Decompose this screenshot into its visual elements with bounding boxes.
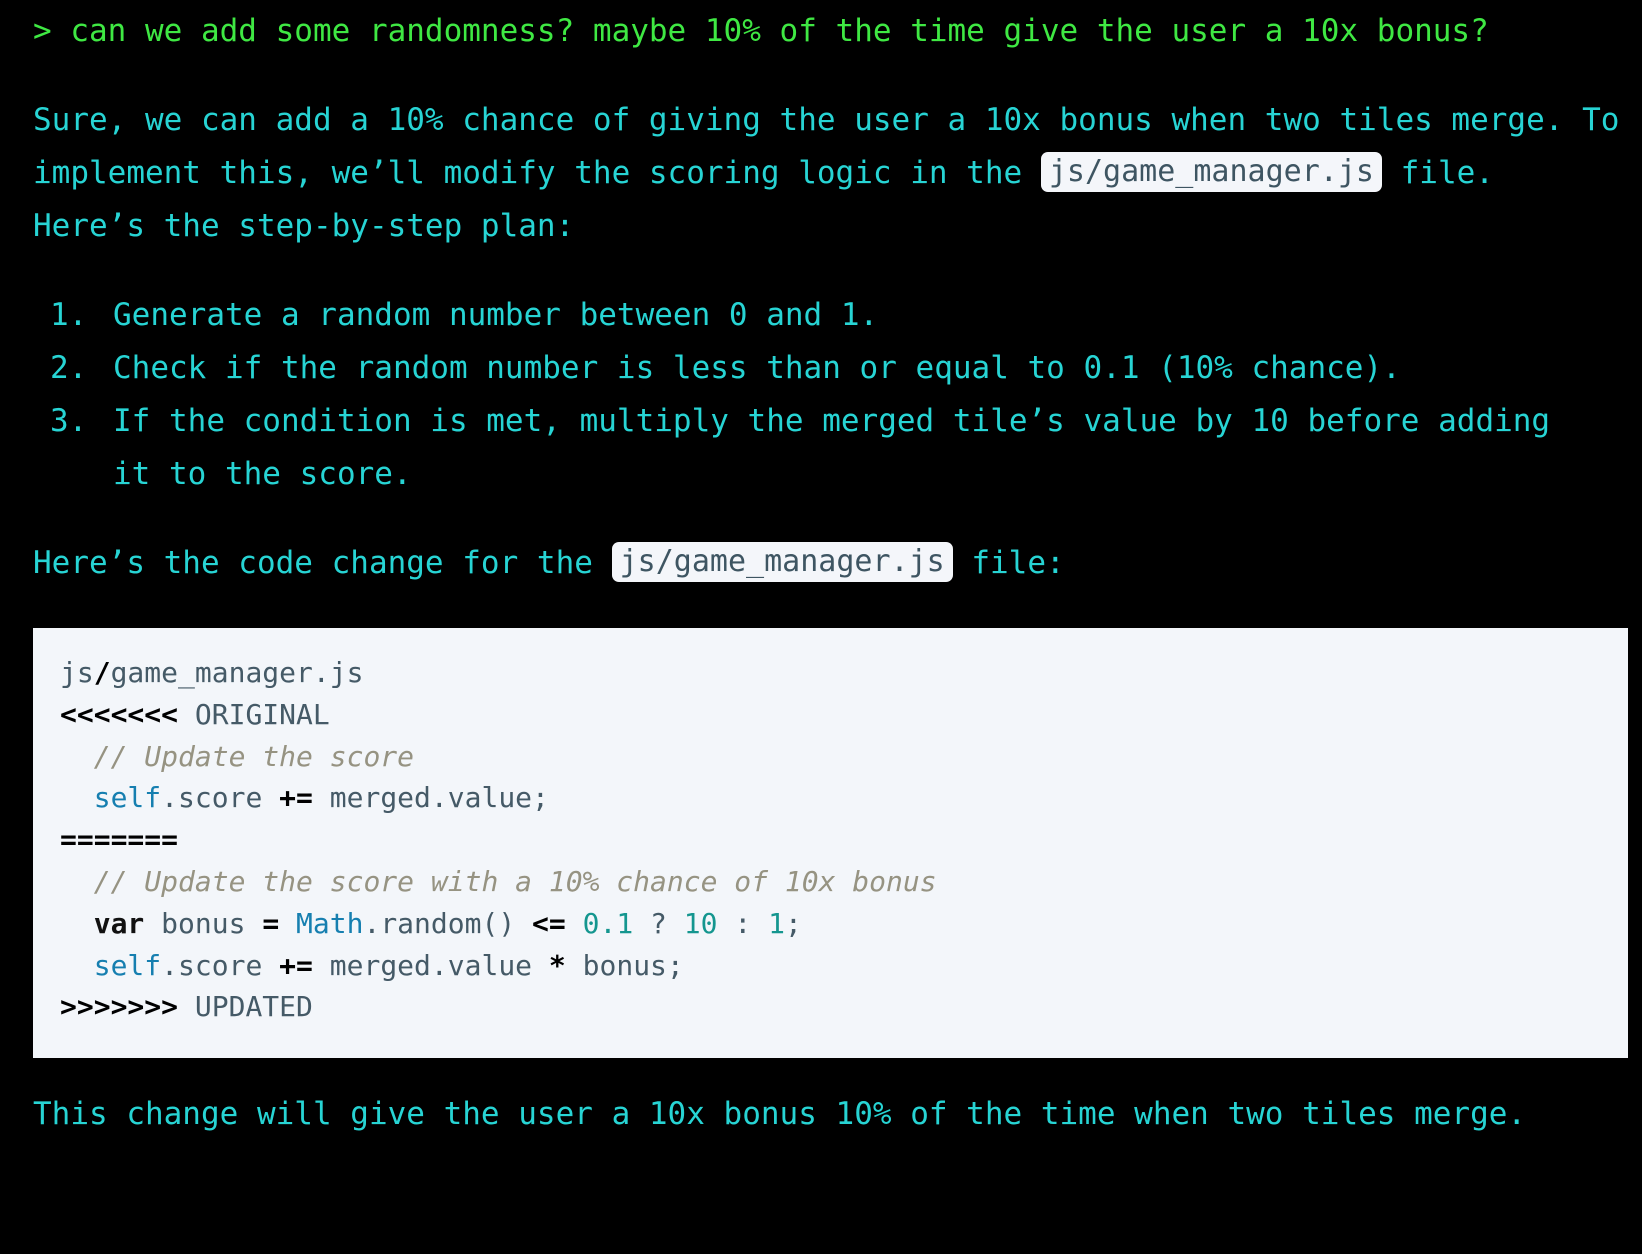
plan-step: 2. Check if the random number is less tha… [33,342,1623,395]
user-prompt: > can we add some randomness? maybe 10% … [33,13,1489,49]
code-intro-text-2: file: [952,545,1065,581]
code-line-statement: var bonus = Math.random() <= 0.1 ? 10 : … [93,906,802,940]
chat-transcript: > can we add some randomness? maybe 10% … [33,0,1628,1141]
code-line-filename: js/game_manager.js [60,656,364,689]
plan-step: 3. If the condition is met, multiply the … [33,395,1623,501]
code-line-divider-marker: ======= [60,823,179,857]
code-line-statement: self.score += merged.value * bonus; [93,948,684,982]
plan-step-text: Generate a random number between 0 and 1… [113,297,879,333]
code-block[interactable]: js/game_manager.js <<<<<<< ORIGINAL // Up… [33,628,1628,1058]
code-line-original-marker: <<<<<<< ORIGINAL [60,697,330,731]
plan-step-number: 1. [50,297,88,333]
file-path-chip: js/game_manager.js [1040,152,1382,192]
code-intro-text-1: Here’s the code change for the [33,545,612,581]
plan-step: 1. Generate a random number between 0 and… [33,289,1623,342]
code-intro: Here’s the code change for the js/game_m… [33,537,1623,590]
plan-steps-list: 1. Generate a random number between 0 and… [33,289,1623,501]
plan-step-text: If the condition is met, multiply the me… [113,403,1551,492]
assistant-intro: Sure, we can add a 10% chance of giving … [33,94,1623,253]
code-line-comment: // Update the score [93,739,415,773]
plan-step-number: 3. [50,403,88,439]
code-line-updated-marker: >>>>>>> UPDATED [60,990,313,1024]
plan-step-text: Check if the random number is less than … [113,350,1401,386]
code-line-statement: self.score += merged.value; [93,781,549,815]
file-path-chip: js/game_manager.js [611,542,953,582]
code-line-comment: // Update the score with a 10% chance of… [93,864,937,898]
plan-step-number: 2. [50,350,88,386]
assistant-closing: This change will give the user a 10x bon… [33,1096,1527,1132]
